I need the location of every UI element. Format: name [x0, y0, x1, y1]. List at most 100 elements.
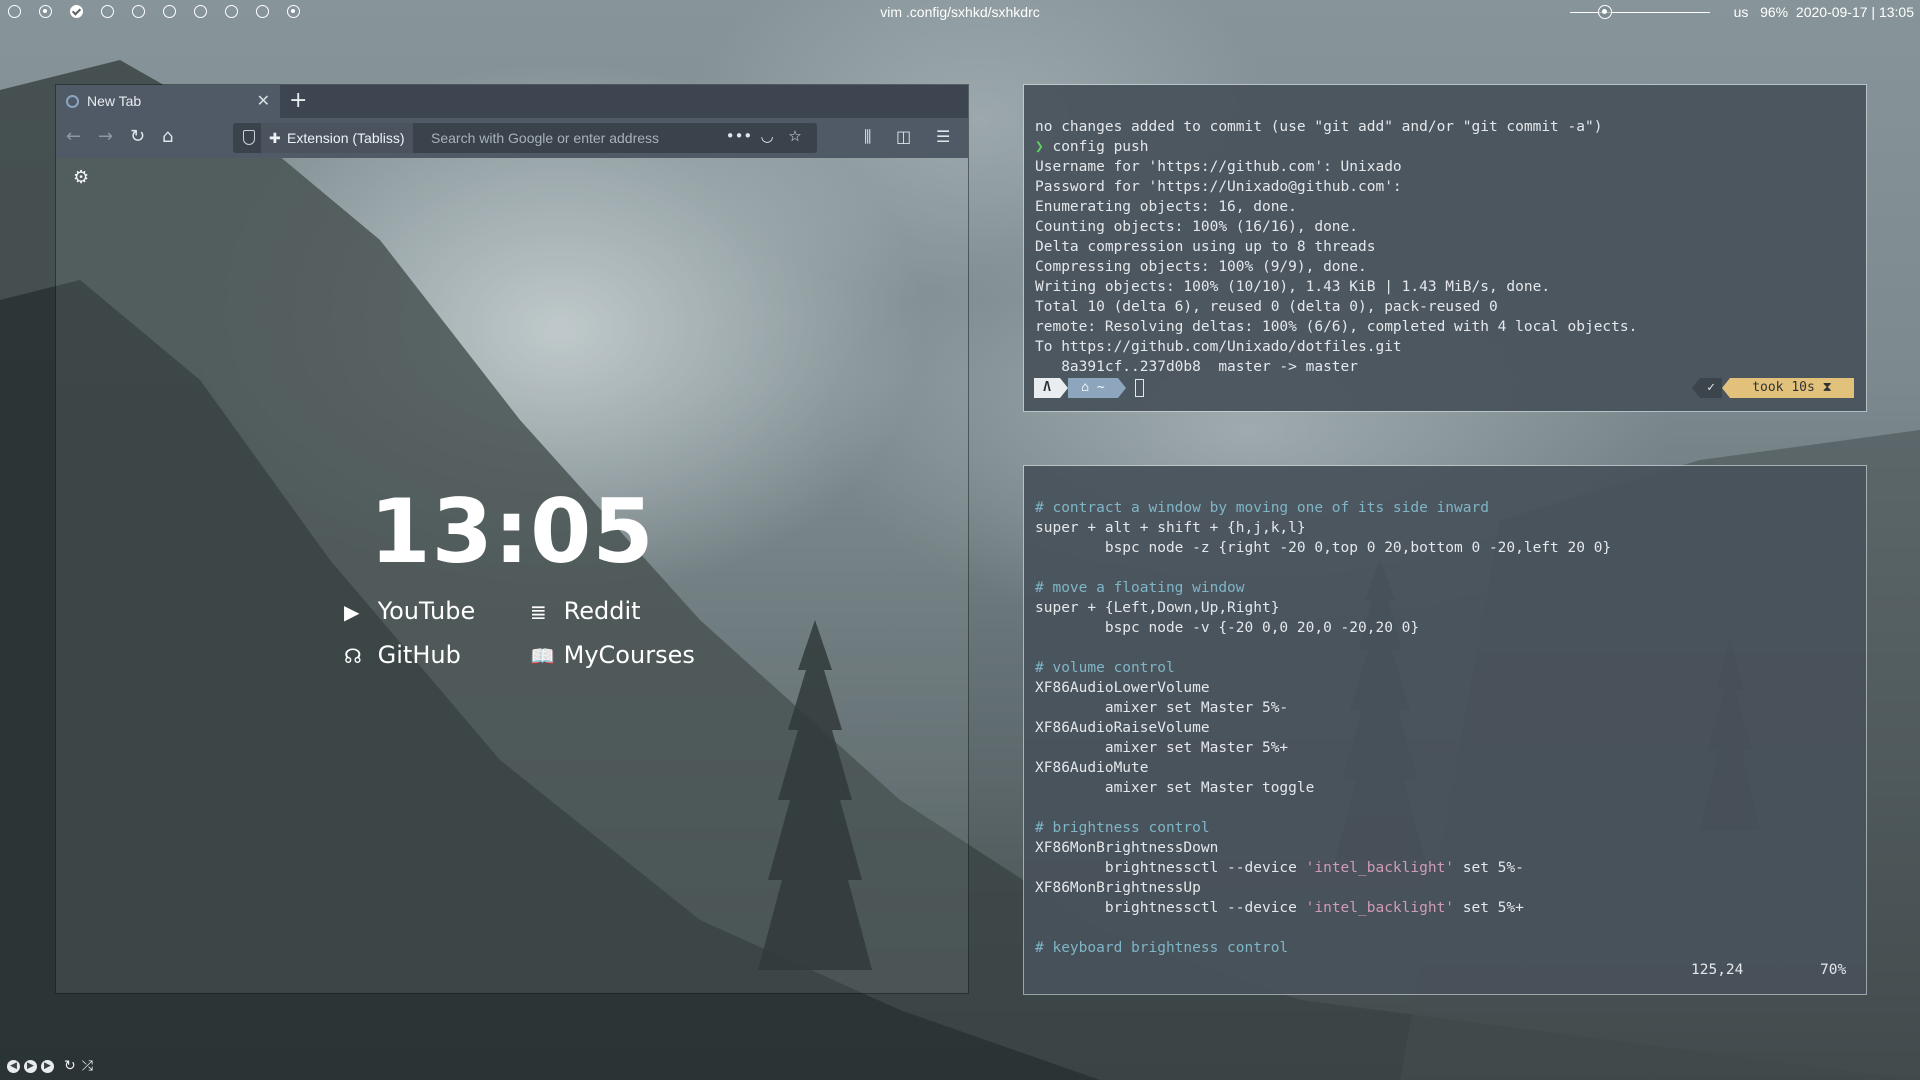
shortcut-label: GitHub	[377, 641, 461, 669]
vim-scroll-percent: 70%	[1820, 962, 1847, 978]
terminal-cursor	[1135, 379, 1144, 397]
extension-identity-box[interactable]: ✚ Extension (Tabliss)	[261, 123, 413, 153]
library-icon[interactable]: ⫼	[864, 127, 871, 147]
firefox-window: New Tab ✕ + ← → ↻ ⌂ ✚ Extension (Tabliss…	[56, 85, 968, 993]
vim-line: # contract a window by moving one of its…	[1035, 500, 1489, 516]
url-input[interactable]: Search with Google or enter address	[431, 123, 659, 153]
exit-status-segment: ✓	[1700, 378, 1722, 398]
vim-line: XF86MonBrightnessUp	[1035, 880, 1201, 896]
tab-favicon-icon	[66, 95, 79, 108]
vim-text: brightnessctl --device	[1035, 860, 1306, 876]
puzzle-icon: ✚	[269, 130, 281, 146]
vim-string: 'intel_backlight'	[1305, 860, 1455, 876]
url-actions: ••• ◡ ☆	[725, 127, 809, 145]
vim-string: 'intel_backlight'	[1305, 900, 1455, 916]
top-status-bar: vim .config/sxhkd/sxhkdrc us 96% 2020-09…	[0, 0, 1920, 24]
shield-icon[interactable]	[243, 130, 255, 145]
vim-line: super + {Left,Down,Up,Right}	[1035, 600, 1280, 616]
bookmark-star-icon[interactable]: ☆	[781, 127, 809, 145]
terminal-line: To https://github.com/Unixado/dotfiles.g…	[1035, 339, 1402, 355]
volume-slider-knob[interactable]	[1598, 5, 1612, 19]
vim-line: super + alt + shift + {h,j,k,l}	[1035, 520, 1306, 536]
shortcut-youtube[interactable]: ▶ YouTube	[344, 597, 475, 625]
back-arrow-icon[interactable]: ←	[66, 127, 81, 147]
terminal-window-git[interactable]: no changes added to commit (use "git add…	[1024, 85, 1866, 411]
shortcut-github[interactable]: ☊ GitHub	[344, 641, 461, 669]
terminal-window-vim[interactable]: # contract a window by moving one of its…	[1024, 466, 1866, 994]
shortcut-label: Reddit	[563, 597, 641, 625]
shuffle-icon[interactable]: ⤮	[82, 1058, 93, 1074]
home-icon[interactable]: ⌂	[162, 127, 173, 147]
terminal-line: Total 10 (delta 6), reused 0 (delta 0), …	[1035, 299, 1498, 315]
url-bar[interactable]: ✚ Extension (Tabliss) Search with Google…	[233, 123, 817, 153]
prompt-os-segment: Λ	[1034, 378, 1060, 398]
shortcut-mycourses[interactable]: 📖 MyCourses	[530, 641, 695, 669]
terminal-line: Compressing objects: 100% (9/9), done.	[1035, 259, 1367, 275]
vim-cursor-position: 125,24	[1691, 962, 1744, 978]
forward-arrow-icon[interactable]: →	[98, 127, 113, 147]
terminal-line: 8a391cf..237d0b8 master -> master	[1035, 359, 1359, 375]
vim-line: # brightness control	[1035, 820, 1210, 836]
plus-icon: +	[289, 88, 308, 113]
prompt-arrow-icon: ❯	[1035, 139, 1044, 155]
terminal-line: Writing objects: 100% (10/10), 1.43 KiB …	[1035, 279, 1551, 295]
vim-line: # keyboard brightness control	[1035, 940, 1289, 956]
powerline-separator	[1118, 378, 1126, 398]
powerline-separator	[1722, 378, 1730, 398]
vim-line: XF86AudioMute	[1035, 760, 1149, 776]
vim-line: amixer set Master 5%-	[1035, 700, 1289, 716]
new-tab-button[interactable]: +	[289, 88, 307, 114]
terminal-line: Delta compression using up to 8 threads	[1035, 239, 1376, 255]
volume-slider-track[interactable]	[1570, 12, 1710, 13]
vim-text: set 5%+	[1454, 900, 1524, 916]
clock-display: 13:05	[369, 480, 655, 583]
vim-line: amixer set Master toggle	[1035, 780, 1315, 796]
shortcut-reddit[interactable]: ≣ Reddit	[530, 597, 641, 625]
navigation-toolbar: ← → ↻ ⌂ ✚ Extension (Tabliss) Search wit…	[56, 118, 968, 158]
vim-line: # move a floating window	[1035, 580, 1245, 596]
terminal-line: Counting objects: 100% (16/16), done.	[1035, 219, 1359, 235]
terminal-line: Username for 'https://github.com': Unixa…	[1035, 159, 1402, 175]
list-icon: ≣	[530, 600, 547, 624]
pocket-icon[interactable]: ◡	[753, 127, 781, 145]
gear-icon[interactable]: ⚙	[73, 167, 89, 188]
terminal-line: Enumerating objects: 16, done.	[1035, 199, 1297, 215]
tab-title: New Tab	[87, 93, 142, 109]
command-text: config push	[1052, 139, 1149, 155]
previous-icon[interactable]: ◀	[7, 1059, 20, 1073]
extension-label: Extension (Tabliss)	[287, 130, 405, 146]
reload-icon[interactable]: ↻	[130, 127, 145, 147]
powerline-separator	[1692, 378, 1700, 398]
vim-text: set 5%-	[1454, 860, 1524, 876]
vim-line: brightnessctl --device 'intel_backlight'…	[1035, 858, 1524, 878]
tab-strip: New Tab ✕ +	[56, 85, 968, 118]
new-tab-page: ⚙ 13:05 ▶ YouTube ≣ Reddit ☊ GitHub 📖 My…	[56, 158, 968, 993]
vim-text: brightnessctl --device	[1035, 900, 1306, 916]
repeat-icon[interactable]: ↻	[64, 1058, 76, 1074]
next-icon[interactable]: ▶	[41, 1059, 54, 1073]
terminal-line: remote: Resolving deltas: 100% (6/6), co…	[1035, 319, 1638, 335]
vim-line: bspc node -v {-20 0,0 20,0 -20,20 0}	[1035, 620, 1420, 636]
more-dots-icon[interactable]: •••	[725, 127, 753, 145]
vim-line: brightnessctl --device 'intel_backlight'…	[1035, 898, 1524, 918]
command-duration-segment: took 10s ⧗	[1730, 378, 1854, 398]
sidebar-icon[interactable]: ◫	[896, 127, 911, 147]
vim-line: # volume control	[1035, 660, 1175, 676]
vim-line: amixer set Master 5%+	[1035, 740, 1289, 756]
shortcut-label: MyCourses	[563, 641, 695, 669]
tab-new-tab[interactable]: New Tab ✕	[56, 85, 280, 118]
keyboard-layout: us	[1733, 4, 1749, 20]
media-controls: ◀ ▶ ▶ ↻ ⤮	[7, 1058, 93, 1076]
vim-line: XF86AudioRaiseVolume	[1035, 720, 1210, 736]
powerline-separator	[1060, 378, 1068, 398]
close-icon[interactable]: ✕	[257, 91, 270, 111]
book-icon: 📖	[530, 644, 555, 668]
terminal-line: no changes added to commit (use "git add…	[1035, 119, 1603, 135]
vim-line: XF86MonBrightnessDown	[1035, 840, 1219, 856]
shortcut-label: YouTube	[377, 597, 476, 625]
datetime: 2020-09-17 | 13:05	[1795, 4, 1914, 20]
play-icon[interactable]: ▶	[24, 1059, 37, 1073]
vim-line: bspc node -z {right -20 0,top 0 20,botto…	[1035, 540, 1612, 556]
github-icon: ☊	[344, 644, 362, 668]
hamburger-menu-icon[interactable]: ☰	[936, 127, 950, 147]
